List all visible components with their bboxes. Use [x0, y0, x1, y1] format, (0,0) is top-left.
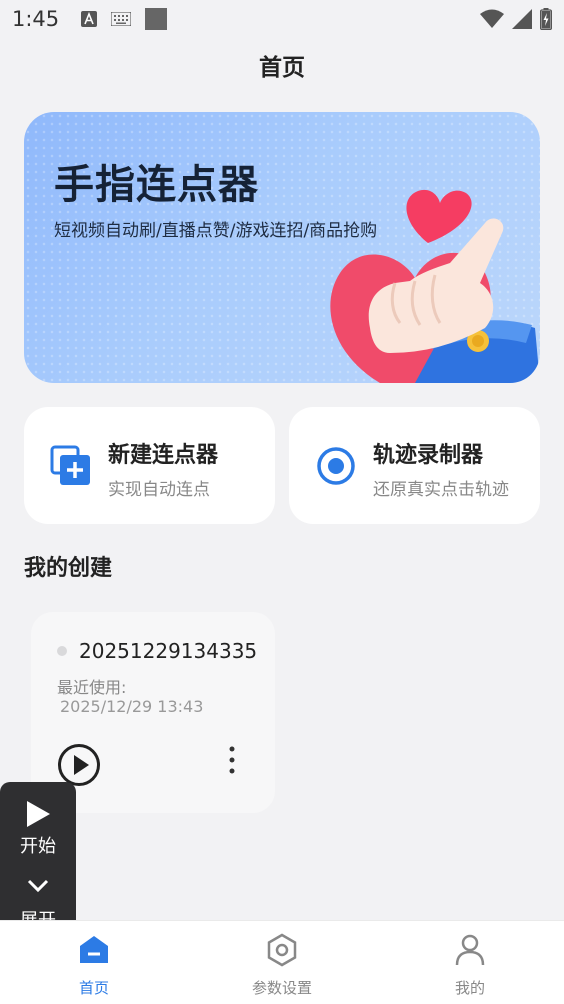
track-recorder-card[interactable]: 轨迹录制器 还原真实点击轨迹 — [289, 407, 540, 524]
more-options-button[interactable] — [221, 744, 243, 776]
feature-title: 轨迹录制器 — [373, 443, 484, 468]
section-title-my-creations: 我的创建 — [24, 556, 113, 581]
nav-label: 首页 — [78, 979, 109, 997]
status-dot — [57, 646, 67, 656]
person-icon — [455, 934, 485, 966]
status-system-icons — [480, 8, 552, 30]
text-a-icon — [81, 11, 98, 27]
settings-hexagon-icon — [267, 933, 297, 967]
feature-subtitle: 还原真实点击轨迹 — [373, 480, 509, 500]
record-target-icon — [317, 447, 355, 485]
play-icon[interactable] — [25, 800, 51, 828]
nav-label: 参数设置 — [251, 979, 312, 997]
start-button-label[interactable]: 开始 — [0, 832, 76, 858]
signal-icon — [512, 9, 532, 29]
feature-title: 新建连点器 — [108, 443, 219, 468]
nav-label: 我的 — [454, 979, 485, 997]
play-button[interactable] — [57, 743, 101, 787]
nav-item-profile[interactable]: 我的 — [376, 921, 564, 1004]
status-bar: 1:45 — [0, 0, 564, 38]
feature-subtitle: 实现自动连点 — [108, 480, 210, 500]
banner-title: 手指连点器 — [54, 162, 259, 208]
promo-banner[interactable]: 手指连点器 短视频自动刷/直播点赞/游戏连招/商品抢购 — [24, 112, 540, 383]
chevron-down-icon[interactable] — [26, 878, 50, 894]
home-icon — [80, 936, 108, 963]
creation-name: 20251229134335 — [79, 639, 258, 663]
nav-item-settings[interactable]: 参数设置 — [188, 921, 376, 1004]
last-used-label: 最近使用: — [57, 678, 127, 697]
finger-heart-illustration — [330, 189, 540, 383]
wifi-icon — [480, 9, 504, 28]
add-copy-icon — [50, 445, 90, 485]
new-clicker-card[interactable]: 新建连点器 实现自动连点 — [24, 407, 275, 524]
status-time: 1:45 — [12, 7, 60, 31]
battery-icon — [540, 8, 552, 30]
last-used-date: 2025/12/29 13:43 — [60, 697, 204, 716]
square-notification-icon — [145, 8, 168, 30]
nav-item-home[interactable]: 首页 — [0, 921, 188, 1004]
keyboard-icon — [111, 12, 132, 26]
bottom-navigation: 首页 参数设置 我的 — [0, 920, 564, 1004]
status-notification-icons — [81, 8, 168, 30]
page-title: 首页 — [259, 55, 305, 81]
